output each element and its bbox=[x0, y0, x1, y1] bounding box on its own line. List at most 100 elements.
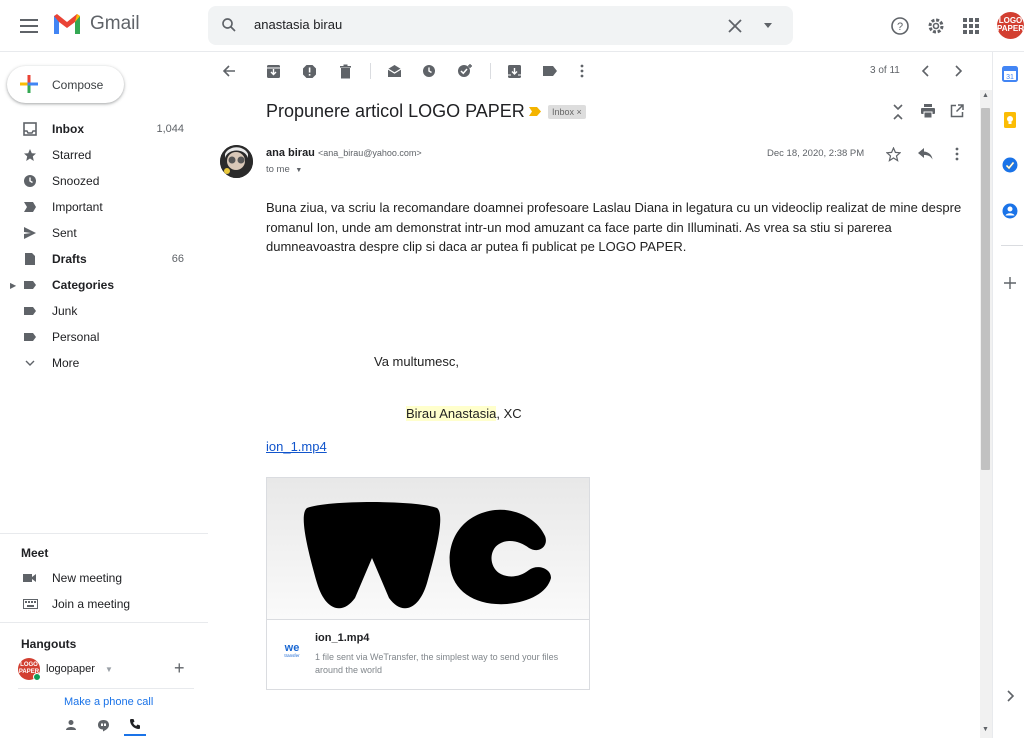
label-icon bbox=[543, 66, 557, 76]
search-input[interactable]: anastasia birau bbox=[254, 17, 342, 32]
scroll-down-arrow-icon[interactable]: ▼ bbox=[982, 726, 989, 733]
sender-avatar[interactable] bbox=[220, 145, 253, 178]
contacts-icon[interactable] bbox=[1002, 203, 1018, 219]
search-icon[interactable] bbox=[220, 16, 238, 34]
message-body: Buna ziua, va scriu la recomandare doamn… bbox=[266, 200, 962, 254]
sidebar-item-junk[interactable]: Junk bbox=[0, 298, 200, 324]
snooze-button[interactable] bbox=[420, 62, 438, 80]
svg-text:?: ? bbox=[897, 21, 903, 33]
keep-icon[interactable] bbox=[1002, 112, 1018, 128]
scroll-up-arrow-icon[interactable]: ▲ bbox=[982, 92, 989, 99]
wetransfer-icon: we transfer bbox=[284, 642, 300, 658]
signature-name: Birau Anastasia bbox=[406, 406, 497, 421]
chevron-right-icon[interactable] bbox=[1002, 688, 1018, 704]
open-in-new-icon bbox=[950, 104, 964, 118]
scroll-thumb[interactable] bbox=[981, 108, 990, 470]
search-options-icon[interactable] bbox=[761, 18, 775, 32]
sidebar-item-personal[interactable]: Personal bbox=[0, 324, 200, 350]
person-icon bbox=[66, 720, 76, 730]
delete-button[interactable] bbox=[336, 62, 354, 80]
search-bar[interactable]: anastasia birau bbox=[208, 6, 793, 45]
add-to-tasks-button[interactable] bbox=[456, 62, 474, 80]
mark-unread-icon bbox=[387, 65, 401, 77]
compose-label: Compose bbox=[52, 78, 104, 92]
make-phone-call-link[interactable]: Make a phone call bbox=[64, 696, 153, 708]
get-addons-icon[interactable] bbox=[1002, 275, 1018, 291]
sidebar-item-label: Sent bbox=[52, 226, 77, 240]
sidebar-item-label: Starred bbox=[52, 148, 92, 162]
gmail-logo[interactable]: Gmail bbox=[52, 12, 140, 36]
newer-button[interactable] bbox=[917, 62, 935, 80]
star-button[interactable] bbox=[884, 145, 902, 163]
add-contact-icon[interactable]: + bbox=[174, 658, 185, 679]
side-panel: 31 bbox=[992, 52, 1024, 738]
help-button[interactable]: ? bbox=[888, 14, 912, 38]
chevron-right-icon bbox=[955, 65, 963, 77]
labels-button[interactable] bbox=[541, 62, 559, 80]
online-status-dot bbox=[33, 673, 41, 681]
apps-button[interactable] bbox=[959, 14, 983, 38]
account-avatar[interactable]: LOGO PAPER bbox=[997, 12, 1024, 39]
clear-search-button[interactable] bbox=[724, 15, 746, 37]
collapse-all-button[interactable] bbox=[892, 104, 904, 125]
open-in-new-window-button[interactable] bbox=[950, 104, 964, 123]
sidebar-item-snoozed[interactable]: Snoozed bbox=[0, 168, 200, 194]
star-outline-icon bbox=[885, 146, 901, 162]
sidebar-item-important[interactable]: Important bbox=[0, 194, 200, 220]
more-actions-button[interactable] bbox=[573, 62, 591, 80]
important-marker-icon[interactable] bbox=[529, 107, 541, 116]
compose-button[interactable]: Compose bbox=[7, 66, 124, 103]
unfold-less-icon bbox=[893, 104, 903, 120]
label-icon bbox=[22, 303, 38, 319]
conversations-tab[interactable] bbox=[92, 714, 114, 736]
archive-icon bbox=[266, 64, 280, 78]
avatar: LOGO PAPER bbox=[18, 658, 41, 681]
older-button[interactable] bbox=[949, 62, 967, 80]
chevron-down-icon[interactable]: ▼ bbox=[105, 665, 113, 674]
svg-text:31: 31 bbox=[1006, 74, 1014, 81]
recipient-text: to me bbox=[266, 164, 290, 175]
hangouts-chat-icon bbox=[97, 719, 109, 731]
attachment-link[interactable]: ion_1.mp4 bbox=[266, 439, 327, 454]
tasks-icon[interactable] bbox=[1002, 157, 1018, 173]
hamburger-icon bbox=[20, 19, 38, 33]
new-meeting-button[interactable]: New meeting bbox=[0, 565, 200, 591]
print-button[interactable] bbox=[920, 104, 936, 123]
sidebar-item-inbox[interactable]: Inbox 1,044 bbox=[0, 116, 200, 142]
sidebar-item-more[interactable]: More bbox=[0, 350, 200, 376]
calendar-icon[interactable]: 31 bbox=[1002, 66, 1018, 82]
hangouts-user[interactable]: LOGO PAPER logopaper ▼ bbox=[18, 658, 113, 681]
inbox-label-chip[interactable]: Inbox × bbox=[548, 105, 586, 119]
move-to-button[interactable] bbox=[505, 62, 523, 80]
wetransfer-preview-card[interactable]: we transfer ion_1.mp4 1 file sent via We… bbox=[266, 477, 590, 690]
back-button[interactable] bbox=[220, 62, 238, 80]
recipient-details[interactable]: to me ▼ bbox=[266, 164, 302, 175]
archive-button[interactable] bbox=[264, 62, 282, 80]
contacts-tab[interactable] bbox=[60, 714, 82, 736]
message-scrollbar[interactable]: ▲ ▼ bbox=[980, 90, 992, 738]
sender-email: <ana_birau@yahoo.com> bbox=[317, 148, 422, 158]
add-task-icon bbox=[458, 64, 472, 77]
more-vert-icon bbox=[580, 64, 584, 78]
sidebar-item-categories[interactable]: ▶ Categories bbox=[0, 272, 200, 298]
main-menu-button[interactable] bbox=[14, 12, 44, 40]
expand-arrow-icon[interactable]: ▶ bbox=[10, 281, 16, 290]
settings-button[interactable] bbox=[924, 14, 948, 38]
message-view: Propunere articol LOGO PAPER Inbox × ana… bbox=[208, 90, 980, 738]
sidebar-item-sent[interactable]: Sent bbox=[0, 220, 200, 246]
remove-label-icon[interactable]: × bbox=[577, 107, 582, 117]
sidebar-item-starred[interactable]: Starred bbox=[0, 142, 200, 168]
reply-icon bbox=[917, 148, 932, 160]
more-vert-icon bbox=[955, 147, 959, 161]
hangouts-username: logopaper bbox=[46, 663, 95, 675]
sidebar-item-drafts[interactable]: Drafts 66 bbox=[0, 246, 200, 272]
phone-tab[interactable] bbox=[124, 714, 146, 736]
sender-name[interactable]: ana birau bbox=[266, 147, 315, 159]
signature: Birau Anastasia, XC bbox=[406, 406, 522, 421]
join-meeting-button[interactable]: Join a meeting bbox=[0, 591, 200, 617]
reply-button[interactable] bbox=[916, 145, 934, 163]
message-more-button[interactable] bbox=[948, 145, 966, 163]
divider bbox=[18, 688, 194, 689]
mark-unread-button[interactable] bbox=[385, 62, 403, 80]
report-spam-button[interactable] bbox=[300, 62, 318, 80]
